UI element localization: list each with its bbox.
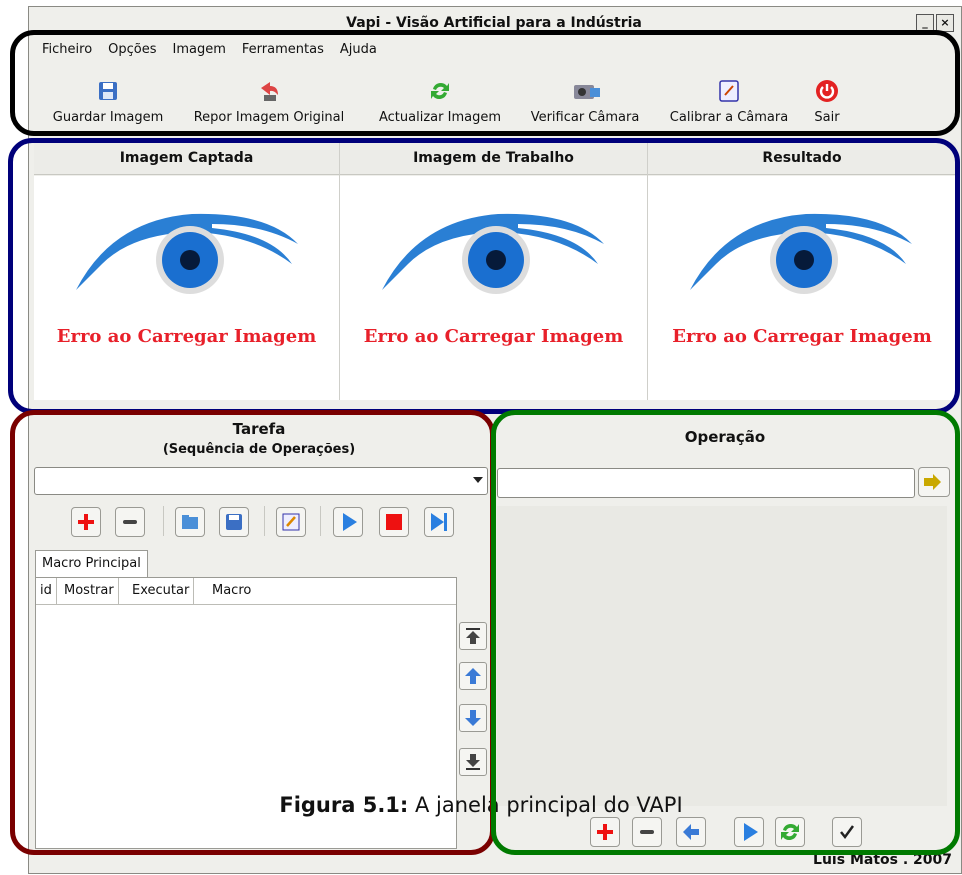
menu-ferramentas[interactable]: Ferramentas	[240, 42, 326, 64]
refresh-icon	[427, 78, 453, 104]
column-header[interactable]: Macro	[208, 578, 255, 604]
status-text: Luis Matos . 2007	[813, 852, 952, 868]
menu-imagem[interactable]: Imagem	[171, 42, 228, 64]
error-message: Erro ao Carregar Imagem	[672, 326, 932, 347]
save-image-label: Guardar Imagem	[52, 110, 164, 125]
plus-icon	[78, 514, 94, 530]
arrow-bottom-icon	[466, 754, 480, 770]
caption-label: Figura 5.1:	[279, 793, 409, 817]
minimize-button[interactable]: _	[916, 14, 934, 32]
step-button[interactable]	[424, 507, 454, 537]
power-icon	[814, 78, 840, 104]
eye-icon	[382, 213, 604, 294]
move-up-button[interactable]	[459, 662, 487, 690]
back-button[interactable]	[676, 817, 706, 847]
tab-macro-principal[interactable]: Macro Principal	[35, 550, 148, 577]
pane-result-image: Erro ao Carregar Imagem	[648, 176, 956, 400]
run-button[interactable]	[734, 817, 764, 847]
refresh-icon	[781, 823, 799, 841]
menu-ficheiro[interactable]: Ficheiro	[40, 42, 94, 64]
stop-button[interactable]	[379, 507, 409, 537]
add-button[interactable]	[590, 817, 620, 847]
move-bottom-button[interactable]	[459, 748, 487, 776]
apply-icon	[924, 474, 941, 490]
task-subtitle: (Sequência de Operações)	[162, 442, 356, 457]
close-icon[interactable]: ×	[936, 14, 954, 32]
exit-label: Sair	[814, 110, 840, 125]
header-divider	[36, 604, 456, 605]
check-camera-label: Verificar Câmara	[530, 110, 640, 125]
chevron-down-icon	[473, 477, 483, 483]
remove-operation-button[interactable]	[115, 507, 145, 537]
task-select[interactable]	[34, 467, 488, 495]
check-icon	[840, 825, 855, 840]
pane-captured-title: Imagem Captada	[34, 142, 339, 175]
figure-caption: Figura 5.1: A janela principal do VAPI	[0, 793, 962, 817]
restore-image-button[interactable]: Repor Imagem Original	[183, 78, 355, 125]
column-header[interactable]: id	[36, 578, 57, 604]
pane-working-image: Erro ao Carregar Imagem	[340, 176, 647, 400]
confirm-button[interactable]	[832, 817, 862, 847]
title-bar: Vapi - Visão Artificial para a Indústria…	[28, 8, 960, 36]
error-message: Erro ao Carregar Imagem	[56, 326, 317, 347]
minus-icon	[123, 520, 137, 524]
operation-title: Operação	[684, 428, 766, 446]
edit-task-button[interactable]	[276, 507, 306, 537]
arrow-left-icon	[683, 824, 699, 840]
play-button[interactable]	[333, 507, 363, 537]
edit-icon	[282, 513, 300, 531]
calibrate-camera-button[interactable]: Calibrar a Câmara	[660, 78, 798, 125]
restore-image-label: Repor Imagem Original	[193, 110, 345, 125]
refresh-button[interactable]	[775, 817, 805, 847]
save-task-button[interactable]	[219, 507, 249, 537]
refresh-image-label: Actualizar Imagem	[379, 110, 501, 125]
eye-icon	[76, 213, 298, 294]
arrow-down-icon	[465, 710, 481, 726]
folder-icon	[182, 515, 198, 529]
step-forward-icon	[431, 513, 447, 531]
minus-icon	[640, 830, 654, 834]
pane-working-title: Imagem de Trabalho	[340, 142, 647, 175]
calibrate-camera-label: Calibrar a Câmara	[669, 110, 789, 125]
refresh-image-button[interactable]: Actualizar Imagem	[368, 78, 512, 125]
menu-bar: Ficheiro Opções Imagem Ferramentas Ajuda	[40, 42, 379, 64]
play-icon	[343, 513, 357, 531]
task-title: Tarefa	[232, 420, 286, 438]
camera-icon	[572, 78, 600, 104]
move-top-button[interactable]	[459, 622, 487, 650]
pane-captured-image: Erro ao Carregar Imagem	[34, 176, 339, 400]
save-image-button[interactable]: Guardar Imagem	[42, 78, 174, 125]
error-message: Erro ao Carregar Imagem	[363, 326, 624, 347]
floppy-icon	[226, 514, 242, 530]
exit-button[interactable]: Sair	[805, 78, 849, 125]
play-icon	[744, 823, 758, 841]
floppy-icon	[95, 78, 121, 104]
remove-button[interactable]	[632, 817, 662, 847]
calibrate-icon	[716, 78, 742, 104]
arrow-up-icon	[465, 668, 481, 684]
move-down-button[interactable]	[459, 704, 487, 732]
stop-icon	[386, 514, 402, 530]
toolbar-separator	[320, 506, 321, 536]
toolbar-separator	[264, 506, 265, 536]
add-operation-button[interactable]	[71, 507, 101, 537]
menu-ajuda[interactable]: Ajuda	[338, 42, 379, 64]
check-camera-button[interactable]: Verificar Câmara	[522, 78, 648, 125]
eye-icon	[690, 213, 912, 294]
operation-params-area	[497, 506, 947, 806]
arrow-top-icon	[466, 628, 480, 644]
operation-input[interactable]	[497, 468, 915, 498]
column-header[interactable]: Executar	[128, 578, 195, 604]
plus-icon	[597, 824, 613, 840]
column-header[interactable]: Mostrar	[60, 578, 119, 604]
apply-operation-button[interactable]	[918, 467, 950, 497]
window-title: Vapi - Visão Artificial para a Indústria	[346, 15, 642, 31]
toolbar-separator	[163, 506, 164, 536]
undo-icon	[256, 78, 282, 104]
open-task-button[interactable]	[175, 507, 205, 537]
caption-text: A janela principal do VAPI	[408, 793, 683, 817]
pane-result-title: Resultado	[648, 142, 956, 175]
menu-opcoes[interactable]: Opções	[106, 42, 158, 64]
